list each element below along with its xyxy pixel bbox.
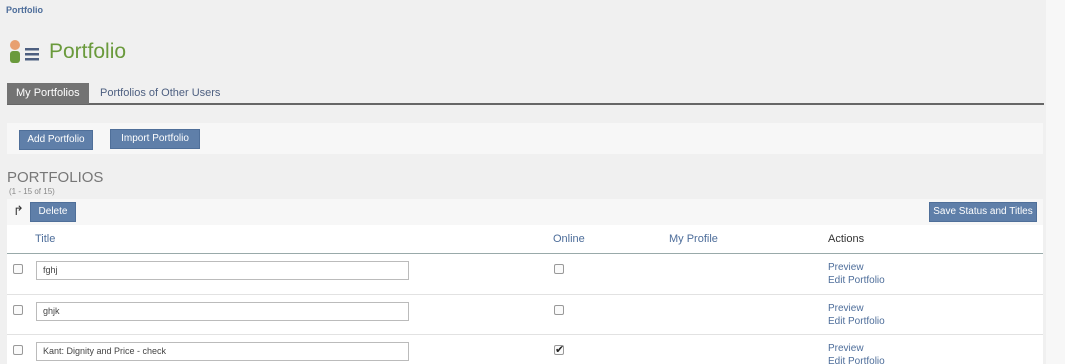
edit-portfolio-link[interactable]: Edit Portfolio [828, 356, 885, 364]
tab-portfolios-of-other-users[interactable]: Portfolios of Other Users [91, 83, 229, 104]
column-actions: Actions [828, 233, 865, 245]
tab-my-portfolios[interactable]: My Portfolios [7, 83, 89, 104]
delete-button[interactable]: Delete [30, 202, 76, 222]
breadcrumb[interactable]: Portfolio [6, 5, 43, 15]
import-portfolio-button[interactable]: Import Portfolio [110, 129, 200, 149]
portfolios-heading: PORTFOLIOS [7, 169, 104, 186]
tab-bar: My Portfolios Portfolios of Other Users [7, 83, 1044, 105]
add-portfolio-button[interactable]: Add Portfolio [19, 130, 93, 150]
portfolios-table: ↱ Delete Save Status and Titles Title On… [7, 199, 1043, 364]
preview-link[interactable]: Preview [828, 343, 864, 354]
column-title[interactable]: Title [35, 233, 55, 245]
preview-link[interactable]: Preview [828, 303, 864, 314]
title-input[interactable]: ghjk [36, 302, 409, 321]
user-list-icon [8, 38, 42, 66]
scroll-area [1046, 0, 1065, 364]
edit-portfolio-link[interactable]: Edit Portfolio [828, 316, 885, 327]
check-icon: ✔ [555, 344, 565, 356]
row-select-checkbox[interactable] [13, 264, 23, 274]
preview-link[interactable]: Preview [828, 262, 864, 273]
table-actions-bar: ↱ Delete Save Status and Titles [7, 199, 1043, 225]
table-row: ghjk Preview Edit Portfolio [7, 294, 1043, 334]
toolbar: Add Portfolio Import Portfolio [7, 123, 1043, 154]
column-my-profile: My Profile [669, 233, 718, 245]
save-status-button[interactable]: Save Status and Titles [929, 202, 1037, 222]
column-online[interactable]: Online [553, 233, 585, 245]
portfolios-count: (1 - 15 of 15) [9, 187, 55, 196]
online-checkbox[interactable]: ✔ [554, 344, 565, 356]
title-input[interactable]: fghj [36, 261, 409, 280]
corner-arrow-icon: ↱ [13, 203, 24, 218]
online-checkbox[interactable] [554, 305, 564, 315]
row-select-checkbox[interactable] [13, 345, 23, 355]
edit-portfolio-link[interactable]: Edit Portfolio [828, 275, 885, 286]
table-row: Kant: Dignity and Price - check ✔ Previe… [7, 334, 1043, 364]
title-input[interactable]: Kant: Dignity and Price - check [36, 342, 409, 361]
page: Portfolio Portfolio My Portfolios Portfo… [0, 0, 1046, 364]
page-header: Portfolio [8, 38, 126, 66]
page-title: Portfolio [49, 40, 127, 63]
table-row: fghj Preview Edit Portfolio [7, 254, 1043, 294]
row-select-checkbox[interactable] [13, 305, 23, 315]
online-checkbox[interactable] [554, 264, 564, 274]
